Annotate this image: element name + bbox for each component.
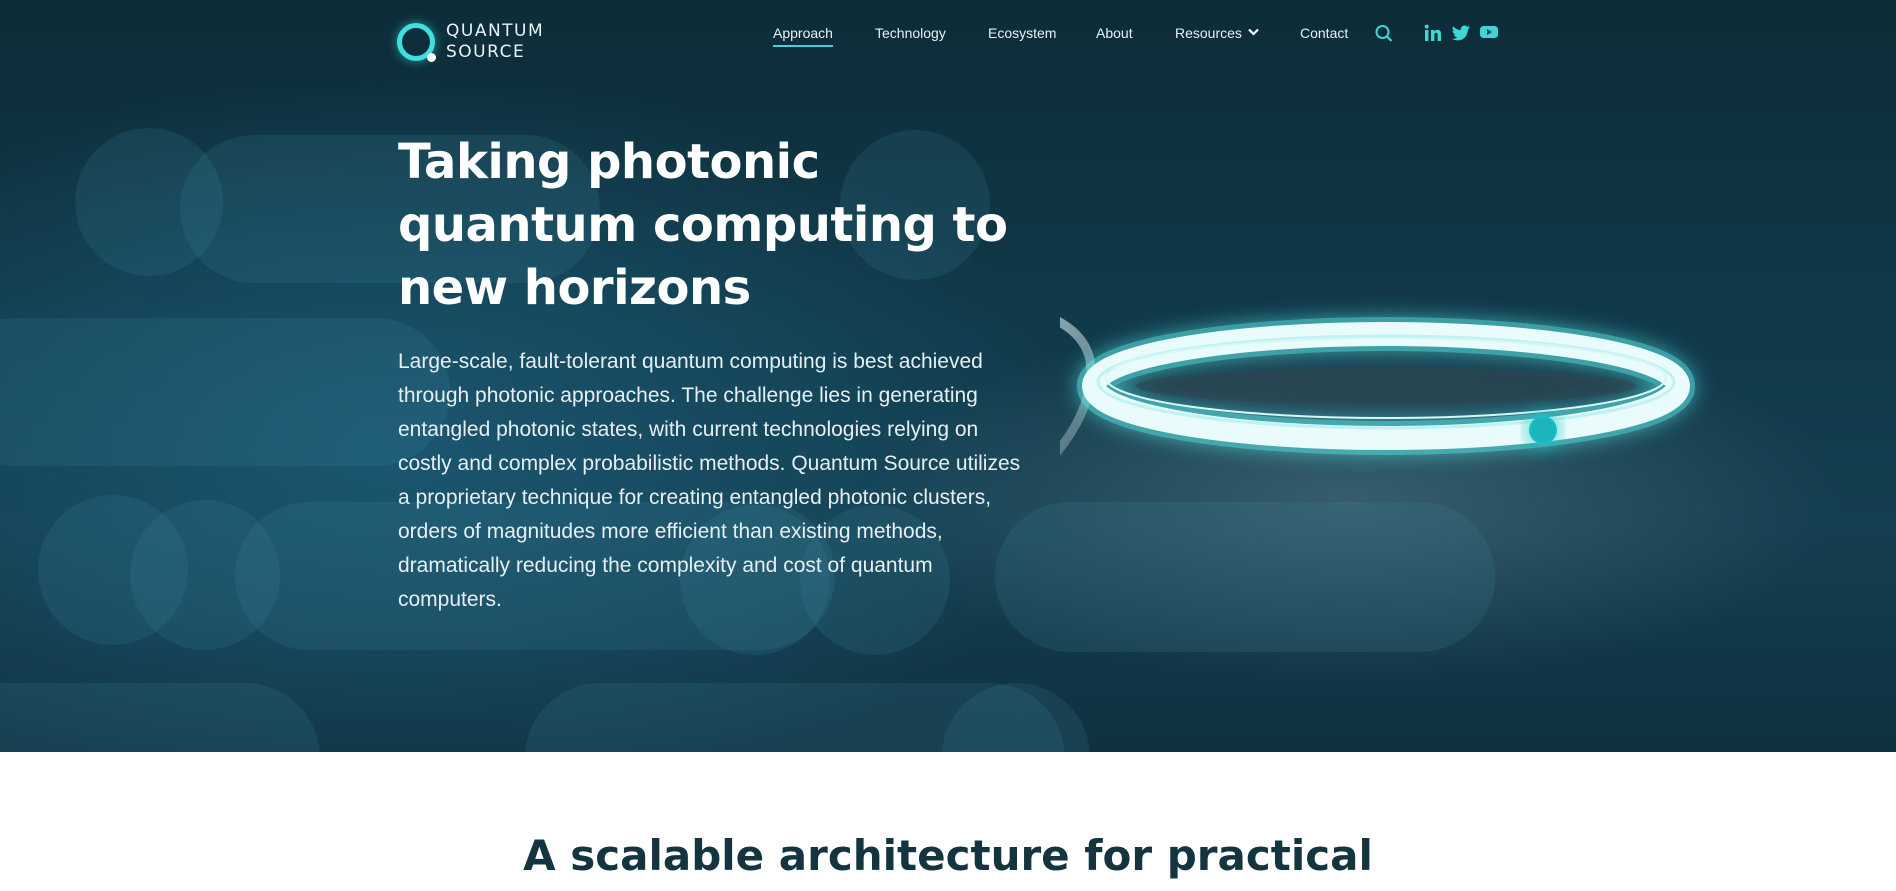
- hero-title: Taking photonic quantum computing to new…: [398, 134, 1008, 316]
- ring-logo-icon: [397, 23, 436, 62]
- nav-item-ecosystem[interactable]: Ecosystem: [988, 25, 1056, 41]
- nav-item-about[interactable]: About: [1096, 25, 1133, 41]
- linkedin-icon[interactable]: [1424, 24, 1442, 42]
- hero-description: Large-scale, fault-tolerant quantum comp…: [398, 350, 1021, 611]
- youtube-icon[interactable]: [1479, 24, 1499, 40]
- brand-wordmark: QUANTUM SOURCE: [446, 21, 544, 63]
- nav-item-contact[interactable]: Contact: [1300, 25, 1348, 41]
- section-title: A scalable architecture for practical: [523, 831, 1373, 880]
- nav-item-approach[interactable]: Approach: [773, 25, 833, 47]
- fiber-cable-shape: [1060, 316, 1096, 456]
- photonic-ring-illustration: [1060, 316, 1695, 456]
- chevron-down-icon: [1248, 28, 1259, 36]
- search-icon[interactable]: [1375, 24, 1393, 44]
- brand-line-1: QUANTUM: [446, 21, 545, 41]
- brand-line-2: SOURCE: [446, 42, 526, 62]
- nav-item-resources[interactable]: Resources: [1175, 25, 1259, 41]
- brand-logo[interactable]: QUANTUM SOURCE: [397, 21, 544, 63]
- bg-pill-decoration: [0, 318, 450, 466]
- twitter-icon[interactable]: [1451, 24, 1471, 42]
- bg-pill-decoration: [0, 683, 320, 752]
- nav-item-resources-label: Resources: [1175, 25, 1242, 41]
- nav-item-technology[interactable]: Technology: [875, 25, 946, 41]
- top-navigation: QUANTUM SOURCE Approach Technology Ecosy…: [0, 0, 1896, 75]
- hero-section: QUANTUM SOURCE Approach Technology Ecosy…: [0, 0, 1896, 752]
